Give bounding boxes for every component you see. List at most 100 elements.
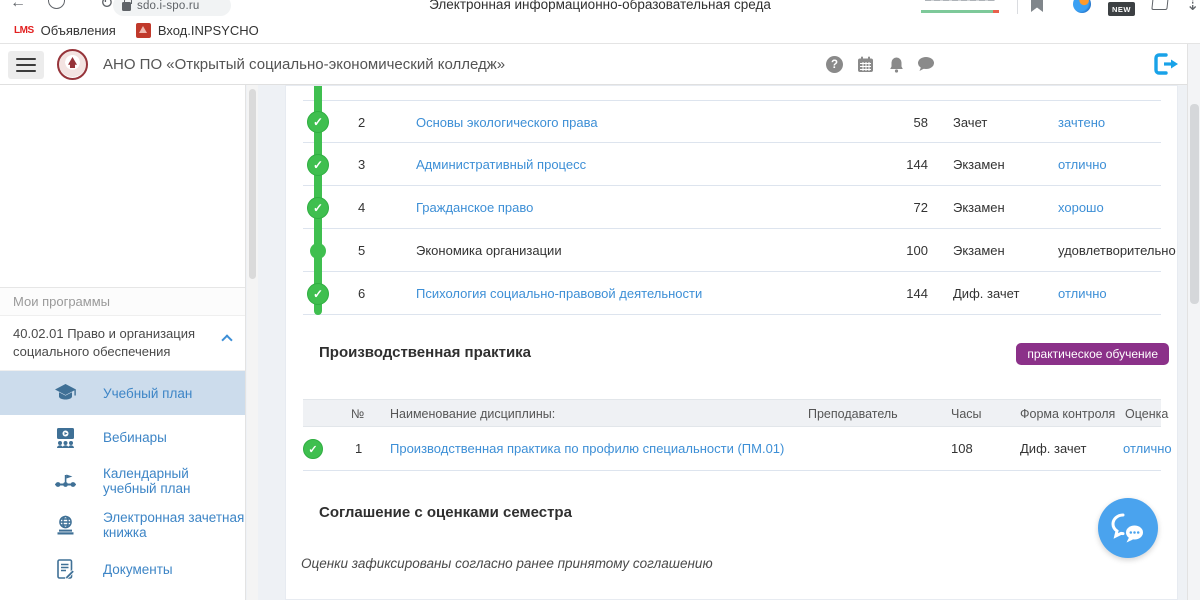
chat-fab-button[interactable] — [1098, 498, 1158, 558]
bookmark-announcements[interactable]: LMS Объявления — [8, 21, 122, 40]
page-scrollbar[interactable] — [1187, 44, 1200, 600]
sidebar-item-label: Документы — [103, 562, 173, 577]
grade-link[interactable]: зачтено — [1058, 101, 1105, 144]
hours-value: 144 — [873, 143, 928, 186]
row-number: 6 — [358, 272, 365, 315]
tab-title: Электронная информационно-образовательна… — [0, 0, 1200, 12]
extension-progress-red — [993, 10, 999, 14]
new-badge[interactable]: NEW — [1108, 2, 1135, 16]
grade-value: удовлетворительно — [1058, 229, 1176, 272]
menu-button[interactable] — [8, 51, 44, 79]
messages-icon[interactable] — [917, 56, 934, 73]
bookmark-label: Вход.INPSYCHO — [158, 23, 259, 38]
row-number: 5 — [358, 229, 365, 272]
grade-link[interactable]: хорошо — [1058, 186, 1104, 229]
sidebar-scrollbar[interactable] — [247, 85, 258, 600]
sidebar-item-label: Вебинары — [103, 430, 167, 445]
lms-icon: LMS — [14, 25, 34, 36]
agreement-title: Соглашение с оценками семестра — [319, 504, 572, 521]
agreement-note: Оценки зафиксированы согласно ранее прин… — [301, 556, 713, 571]
globe-book-icon — [54, 515, 77, 536]
discipline-name: Экономика организации — [416, 229, 562, 272]
grade-link[interactable]: отлично — [1123, 427, 1172, 471]
sidebar-item-label: Электронная зачетная книжка — [103, 510, 245, 540]
header-name: Наименование дисциплины: — [390, 400, 555, 428]
main-content: 2 Основы экологического права 58 Зачет з… — [285, 85, 1178, 600]
notifications-icon[interactable] — [888, 56, 905, 73]
control-form: Экзамен — [953, 229, 1005, 272]
webinar-icon — [54, 427, 77, 448]
control-form: Диф. зачет — [953, 272, 1019, 315]
discipline-link[interactable]: Производственная практика по профилю спе… — [390, 427, 784, 471]
hours-value: 58 — [873, 101, 928, 144]
download-icon[interactable]: ⇣ — [1186, 0, 1199, 15]
chevron-up-icon — [221, 334, 232, 345]
extension-progress-green — [921, 10, 993, 14]
discipline-link[interactable]: Психология социально-правовой деятельнос… — [416, 272, 702, 315]
hours-value: 100 — [873, 229, 928, 272]
table-row: 6 Психология социально-правовой деятельн… — [303, 272, 1161, 315]
table-row: 4 Гражданское право 72 Экзамен хорошо — [303, 186, 1161, 229]
sidebar-item-gradebook[interactable]: Электронная зачетная книжка — [0, 503, 245, 547]
org-title: АНО ПО «Открытый социально-экономический… — [103, 56, 505, 73]
hours-value: 144 — [873, 272, 928, 315]
row-number: 1 — [355, 427, 362, 471]
control-form: Диф. зачет — [1020, 427, 1086, 471]
practice-badge: практическое обучение — [1016, 343, 1169, 365]
header-hours: Часы — [951, 400, 982, 428]
program-title: 40.02.01 Право и организация социального… — [13, 326, 195, 359]
practice-table-header: № Наименование дисциплины: Преподаватель… — [303, 399, 1161, 427]
sidebar-panel-icon[interactable] — [1151, 0, 1168, 10]
extension-text-cutoff — [925, 0, 995, 1]
table-row: ✓ 1 Производственная практика по профилю… — [303, 427, 1161, 471]
calendar-icon[interactable] — [857, 56, 874, 73]
check-icon: ✓ — [307, 283, 329, 305]
help-icon[interactable]: ? — [826, 56, 843, 73]
grade-link[interactable]: отлично — [1058, 272, 1107, 315]
grade-link[interactable]: отлично — [1058, 143, 1107, 186]
timeline-flag-icon — [54, 471, 77, 492]
header-form: Форма контроля — [1020, 400, 1115, 428]
sidebar-item-webinars[interactable]: Вебинары — [0, 415, 245, 459]
sidebar-item-curriculum[interactable]: Учебный план — [0, 371, 245, 415]
hours-value: 72 — [873, 186, 928, 229]
emblem-icon — [136, 23, 151, 38]
sidebar: Мои программы 40.02.01 Право и организац… — [0, 85, 246, 600]
browser-toolbar: ← ↻ sdo.i-spo.ru Электронная информацион… — [0, 0, 1200, 18]
toolbar-extension-widget[interactable] — [921, 0, 999, 14]
discipline-link[interactable]: Административный процесс — [416, 143, 586, 186]
logout-button[interactable] — [1152, 52, 1179, 76]
chat-bubbles-icon — [1108, 508, 1148, 548]
app-header: АНО ПО «Открытый социально-экономический… — [0, 44, 1200, 85]
sidebar-section-title: Мои программы — [0, 288, 245, 316]
graduation-cap-icon — [54, 383, 77, 404]
discipline-link[interactable]: Основы экологического права — [416, 101, 598, 144]
college-logo — [57, 49, 88, 80]
header-num: № — [351, 400, 364, 428]
sidebar-item-documents[interactable]: Документы — [0, 547, 245, 591]
row-number: 3 — [358, 143, 365, 186]
sidebar-empty-area — [0, 85, 245, 288]
sidebar-item-calendar-plan[interactable]: Календарный учебный план — [0, 459, 245, 503]
check-icon: ✓ — [307, 197, 329, 219]
toolbar-divider — [1017, 0, 1018, 14]
bookmarks-bar: LMS Объявления Вход.INPSYCHO — [0, 18, 1200, 44]
check-icon: ✓ — [307, 111, 329, 133]
progress-dot — [310, 243, 326, 259]
control-form: Зачет — [953, 101, 987, 144]
table-row: 2 Основы экологического права 58 Зачет з… — [303, 100, 1161, 143]
check-icon: ✓ — [307, 154, 329, 176]
practice-section-title: Производственная практика — [319, 344, 531, 361]
hours-value: 108 — [951, 427, 973, 471]
header-teacher: Преподаватель — [808, 400, 898, 428]
row-number: 2 — [358, 101, 365, 144]
sidebar-item-label: Учебный план — [103, 386, 192, 401]
document-icon — [54, 559, 77, 580]
discipline-link[interactable]: Гражданское право — [416, 186, 533, 229]
check-icon: ✓ — [303, 439, 323, 459]
table-row: 3 Административный процесс 144 Экзамен о… — [303, 143, 1161, 186]
bookmark-inpsycho[interactable]: Вход.INPSYCHO — [130, 21, 265, 40]
header-grade: Оценка — [1125, 400, 1168, 428]
sidebar-program-item[interactable]: 40.02.01 Право и организация социального… — [0, 316, 245, 371]
sidebar-item-label: Календарный учебный план — [103, 466, 245, 496]
